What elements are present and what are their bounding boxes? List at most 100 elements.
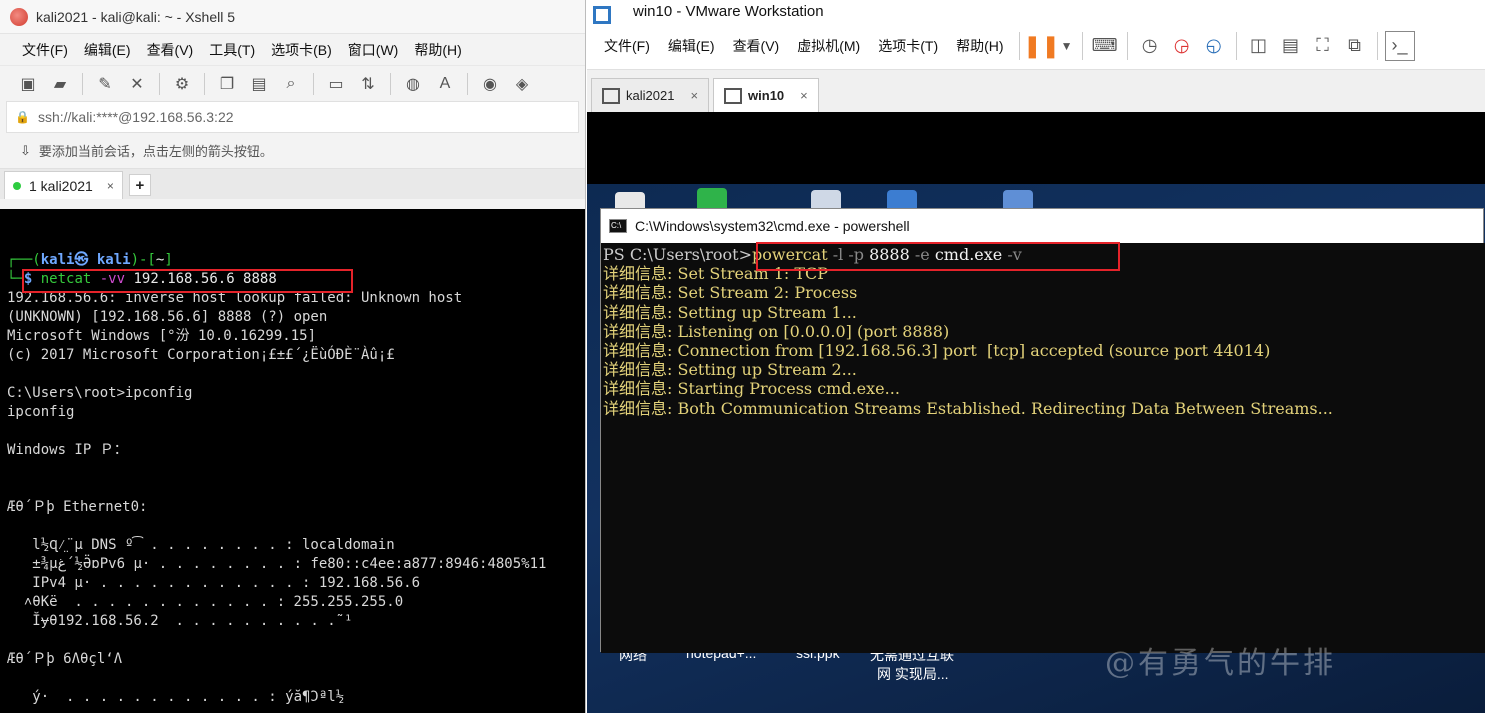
vm-tab-label: kali2021 <box>626 88 675 103</box>
font-icon[interactable]: A <box>431 71 459 97</box>
disconnect-icon[interactable]: ✕ <box>123 71 151 97</box>
vm-menu-file[interactable]: 文件(F) <box>595 36 659 56</box>
xshell-titlebar: kali2021 - kali@kali: ~ - Xshell 5 <box>0 0 585 33</box>
ps-prompt: PS C:\Users\root> <box>603 245 752 264</box>
properties-icon[interactable]: ⚙ <box>168 71 196 97</box>
xshell-menubar: 文件(F) 编辑(E) 查看(V) 工具(T) 选项卡(B) 窗口(W) 帮助(… <box>0 33 585 65</box>
toolbar-divider <box>159 72 160 95</box>
address-bar[interactable]: 🔒 ssh://kali:****@192.168.56.3:22 <box>6 101 579 133</box>
terminal-line: Æθ´Ｐϸ Ethernet0: <box>7 499 148 515</box>
console-view-icon[interactable]: ›_ <box>1384 30 1415 61</box>
script-icon[interactable]: ◈ <box>508 71 536 97</box>
menu-tools[interactable]: 工具(T) <box>201 40 263 60</box>
terminal-line: IPv4 µ· . . . . . . . . . . . . : 192.16… <box>7 575 421 591</box>
guest-top-bar <box>587 112 1485 184</box>
xftp-icon[interactable]: ◉ <box>476 71 504 97</box>
terminal-line: Windows IP Ｐ： <box>7 442 128 458</box>
menu-window[interactable]: 窗口(W) <box>340 40 407 60</box>
xshell-toolbar: ▣ ▰ ✎ ✕ ⚙ ❐ ▤ ⌕ ▭ ⇅ ◍ A ◉ ◈ <box>0 65 585 101</box>
reconnect-icon[interactable]: ✎ <box>91 71 119 97</box>
highlight-box-netcat <box>22 269 353 293</box>
vmware-tabbar: kali2021 × win10 × <box>587 70 1485 112</box>
address-text: ssh://kali:****@192.168.56.3:22 <box>37 109 234 125</box>
open-folder-icon[interactable]: ▰ <box>46 71 74 97</box>
vm-tab-kali2021[interactable]: kali2021 × <box>591 78 710 112</box>
unity-icon[interactable]: ⧉ <box>1340 31 1370 61</box>
terminal-line: ±¾µغ´½ӚɒPv6 µ· . . . . . . . . : fe80::c… <box>7 556 547 572</box>
revert-snapshot-icon[interactable]: ◶ <box>1167 31 1197 61</box>
menu-help[interactable]: 帮助(H) <box>406 40 469 60</box>
terminal-line: ipconfig <box>7 404 75 420</box>
new-tab-button[interactable]: + <box>128 174 151 196</box>
ps-output-line: 详细信息: Setting up Stream 1... <box>603 302 857 322</box>
terminal-line: ý· . . . . . . . . . . . . : ýă¶Ͻªl½ <box>7 689 345 705</box>
ps-output-line: 详细信息: Connection from [192.168.56.3] por… <box>603 341 1271 361</box>
terminal-output: 192.168.56.6: inverse host lookup failed… <box>7 290 546 705</box>
thumbnail-view-icon[interactable]: ▤ <box>1276 31 1306 61</box>
menu-file[interactable]: 文件(F) <box>14 40 76 60</box>
terminal-line: (UNKNOWN) [192.168.56.6] 8888 (?) open <box>7 309 328 325</box>
toolbar-divider <box>1235 31 1237 60</box>
vm-tab-close-icon[interactable]: × <box>690 88 698 103</box>
snapshot-icon[interactable]: ◷ <box>1135 31 1165 61</box>
toolbar-divider <box>1018 31 1020 60</box>
watermark: @有勇气的牛排 <box>1105 646 1336 681</box>
toolbar-divider <box>313 72 314 95</box>
xshell-window: kali2021 - kali@kali: ~ - Xshell 5 文件(F)… <box>0 0 586 713</box>
vmware-logo-icon <box>593 6 611 24</box>
cmd-console[interactable]: PS C:\Users\root>powercat -l -p 8888 -e … <box>601 243 1485 653</box>
vm-menu-view[interactable]: 查看(V) <box>724 36 789 56</box>
fullscreen-icon[interactable]: ⛶ <box>1308 31 1338 61</box>
menu-tabs[interactable]: 选项卡(B) <box>263 40 340 60</box>
add-session-arrow-icon[interactable]: ⇩ <box>20 143 31 159</box>
print-icon[interactable]: ▭ <box>322 71 350 97</box>
terminal-line: ˄θKë . . . . . . . . . . . . : 255.255.2… <box>7 594 404 610</box>
cmd-icon: C:\ <box>609 219 627 233</box>
terminal-line: l½Ɋ⁄̤¨µ DNS º͡ . . . . . . . . : localdo… <box>7 537 395 553</box>
vm-menu-vm[interactable]: 虚拟机(M) <box>788 36 869 56</box>
vm-menu-help[interactable]: 帮助(H) <box>947 36 1012 56</box>
ps-output: 详细信息: Set Stream 1: TCP 详细信息: Set Stream… <box>603 264 1333 417</box>
cmd-titlebar: C:\ C:\Windows\system32\cmd.exe - powers… <box>601 209 1483 243</box>
terminal-line: Microsoft Windows [°汾 10.0.16299.15] <box>7 328 317 344</box>
toolbar-divider <box>1376 31 1378 60</box>
session-hint-text: 要添加当前会话，点击左侧的箭头按钮。 <box>38 144 273 159</box>
xshell-logo-icon <box>10 7 28 26</box>
tab-close-icon[interactable]: × <box>107 179 114 193</box>
ps-output-line: 详细信息: Listening on [0.0.0.0] (port 8888) <box>603 321 950 341</box>
toolbar-divider <box>467 72 468 95</box>
vmware-title: win10 - VMware Workstation <box>633 2 824 20</box>
toolbar-divider <box>204 72 205 95</box>
toolbar-divider <box>82 72 83 95</box>
ps-output-line: 详细信息: Setting up Stream 2... <box>603 360 857 380</box>
new-session-icon[interactable]: ▣ <box>14 71 42 97</box>
chevron-down-icon[interactable]: ▼ <box>1059 31 1075 61</box>
copy-icon[interactable]: ❐ <box>213 71 241 97</box>
terminal-line: Æθ´Ｐϸ 6ɅθçlʻɅ <box>7 651 123 667</box>
highlight-box-powercat <box>756 242 1120 271</box>
find-icon[interactable]: ⌕ <box>277 71 305 97</box>
vm-tab-win10[interactable]: win10 × <box>713 78 819 112</box>
globe-icon[interactable]: ◍ <box>399 71 427 97</box>
desktop-label-lan-2[interactable]: 网 实现局... <box>877 664 949 684</box>
send-keys-icon[interactable]: ⌨ <box>1090 31 1120 61</box>
vmware-menubar: 文件(F) 编辑(E) 查看(V) 虚拟机(M) 选项卡(T) 帮助(H) ❚❚… <box>587 22 1485 70</box>
vm-tab-label: win10 <box>748 88 785 103</box>
ps-output-line: 详细信息: Both Communication Streams Establi… <box>603 398 1333 418</box>
transfer-icon[interactable]: ⇅ <box>354 71 382 97</box>
pause-icon[interactable]: ❚❚ <box>1023 31 1060 61</box>
toolbar-divider <box>390 72 391 95</box>
xshell-title: kali2021 - kali@kali: ~ - Xshell 5 <box>36 8 236 25</box>
menu-edit[interactable]: 编辑(E) <box>76 40 139 60</box>
vm-icon <box>602 87 620 104</box>
menu-view[interactable]: 查看(V) <box>139 40 202 60</box>
tab-kali2021[interactable]: 1 kali2021 × <box>4 171 123 199</box>
vm-menu-edit[interactable]: 编辑(E) <box>659 36 724 56</box>
xshell-tabbar: 1 kali2021 × + <box>0 169 585 199</box>
cmd-window[interactable]: C:\ C:\Windows\system32\cmd.exe - powers… <box>600 208 1485 653</box>
vm-menu-tabs[interactable]: 选项卡(T) <box>869 36 947 56</box>
vm-tab-close-icon[interactable]: × <box>800 88 808 103</box>
library-view-icon[interactable]: ◫ <box>1244 31 1274 61</box>
snapshot-manager-icon[interactable]: ◵ <box>1199 31 1229 61</box>
paste-icon[interactable]: ▤ <box>245 71 273 97</box>
